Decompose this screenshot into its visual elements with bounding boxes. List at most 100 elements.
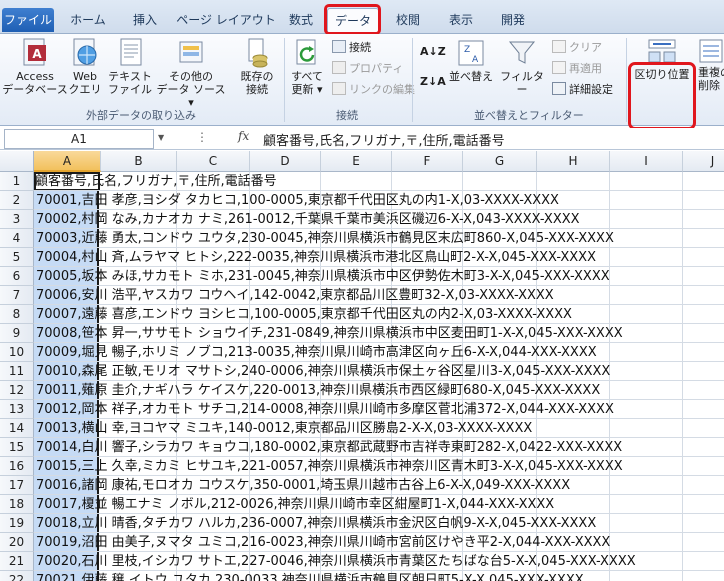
dup-label-1: 重複の	[698, 66, 724, 79]
cell-a19[interactable]: 70018,立川 晴香,タチカワ ハルカ,236-0007,神奈川県横浜市金沢区…	[36, 514, 596, 533]
tab-developer[interactable]: 開発	[490, 8, 536, 32]
row-header[interactable]: 13	[0, 400, 34, 419]
tab-formulas[interactable]: 数式	[280, 8, 322, 32]
column-header-h[interactable]: H	[537, 151, 610, 172]
cell-a9[interactable]: 70008,笹本 昇一,ササモト ショウイチ,231-0849,神奈川県横浜市中…	[36, 324, 623, 343]
row-header[interactable]: 9	[0, 324, 34, 343]
remove-duplicates-button[interactable]: 重複の 削除	[698, 36, 724, 92]
existing-connections-icon	[248, 38, 268, 68]
tab-home[interactable]: ホーム	[60, 8, 116, 32]
column-header-j[interactable]: J	[683, 151, 724, 172]
tab-review[interactable]: 校閲	[384, 8, 432, 32]
row-header[interactable]: 16	[0, 457, 34, 476]
cell-a10[interactable]: 70009,堀見 暢子,ホリミ ノブコ,213-0035,神奈川県川崎市高津区向…	[36, 343, 597, 362]
row-header[interactable]: 12	[0, 381, 34, 400]
row-header[interactable]: 22	[0, 571, 34, 581]
column-header-f[interactable]: F	[392, 151, 463, 172]
filter-button[interactable]: フィルター	[498, 38, 546, 96]
name-box-dropdown-icon[interactable]: ▼	[158, 133, 164, 142]
web-query-button[interactable]: Web クエリ	[66, 36, 104, 96]
tab-insert[interactable]: 挿入	[120, 8, 170, 32]
row-header[interactable]: 18	[0, 495, 34, 514]
access-database-button[interactable]: A Access データベース	[2, 36, 68, 96]
cell-a22[interactable]: 70021,伊藤 穣,イトウ ユタカ,230-0033,神奈川県横浜市鶴見区朝日…	[36, 571, 584, 581]
column-header-d[interactable]: D	[250, 151, 321, 172]
cell-a4[interactable]: 70003,近藤 勇太,コンドウ ユウタ,230-0045,神奈川県横浜市鶴見区…	[36, 229, 614, 248]
formula-bar-handle-icon[interactable]: ⋮	[196, 130, 208, 144]
cell-a16[interactable]: 70015,三上 久幸,ミカミ ヒサユキ,221-0057,神奈川県横浜市神奈川…	[36, 457, 623, 476]
select-all-corner[interactable]	[0, 151, 34, 172]
cell-a15[interactable]: 70014,白川 響子,シラカワ キョウコ,180-0002,東京都武蔵野市吉祥…	[36, 438, 622, 457]
tab-data[interactable]: データ	[327, 8, 379, 35]
column-header-b[interactable]: B	[101, 151, 177, 172]
formula-bar: A1 ▼ ⋮ fx 顧客番号,氏名,フリガナ,〒,住所,電話番号	[0, 128, 724, 150]
cell-a18[interactable]: 70017,榎並 暢エナミ ノボル,212-0026,神奈川県川崎市幸区紺屋町1…	[36, 495, 554, 514]
tab-page-layout[interactable]: ページ レイアウト	[172, 8, 280, 32]
tab-view[interactable]: 表示	[436, 8, 486, 32]
sort-label: 並べ替え	[449, 70, 493, 83]
cell-a3[interactable]: 70002,村岡 なみ,カナオカ ナミ,261-0012,千葉県千葉市美浜区磯辺…	[36, 210, 580, 229]
column-header-c[interactable]: C	[177, 151, 250, 172]
column-header-a[interactable]: A	[34, 151, 101, 172]
refresh-all-button[interactable]: すべて 更新 ▾	[286, 36, 328, 96]
tab-file[interactable]: ファイル	[2, 8, 54, 32]
cell-a14[interactable]: 70013,横山 幸,ヨコヤマ ミユキ,140-0012,東京都品川区勝島2-X…	[36, 419, 532, 438]
sort-ascending-button[interactable]: A↓Z	[420, 44, 446, 60]
access-icon: A	[23, 38, 46, 66]
sort-button[interactable]: ZA 並べ替え	[446, 38, 496, 83]
other-sources-button[interactable]: その他の データ ソース ▾	[156, 36, 226, 109]
column-header-i[interactable]: I	[610, 151, 683, 172]
row-header[interactable]: 21	[0, 552, 34, 571]
row-header[interactable]: 6	[0, 267, 34, 286]
row-header[interactable]: 1	[0, 172, 34, 191]
cell-a12[interactable]: 70011,薙原 圭介,ナギハラ ケイスケ,220-0013,神奈川県横浜市西区…	[36, 381, 600, 400]
cell-a11[interactable]: 70010,森尾 正敏,モリオ マサトシ,240-0006,神奈川県横浜市保土ヶ…	[36, 362, 610, 381]
sort-az-icon: A↓Z	[420, 45, 446, 58]
row-header[interactable]: 14	[0, 419, 34, 438]
cell-a5[interactable]: 70004,村山 斉,ムラヤマ ヒトシ,222-0035,神奈川県横浜市港北区鳥…	[36, 248, 596, 267]
cell-a8[interactable]: 70007,遠藤 喜彦,エンドウ ヨシヒコ,100-0005,東京都千代田区丸の…	[36, 305, 572, 324]
cell-a7[interactable]: 70006,安川 浩平,ヤスカワ コウヘイ,142-0042,東京都品川区豊町3…	[36, 286, 554, 305]
sort-descending-button[interactable]: Z↓A	[420, 74, 446, 90]
link-icon	[332, 82, 346, 95]
properties-button[interactable]: プロパティ	[332, 61, 403, 77]
web-globe-icon	[73, 38, 97, 66]
row-header[interactable]: 19	[0, 514, 34, 533]
row-header[interactable]: 15	[0, 438, 34, 457]
edit-links-button[interactable]: リンクの編集	[332, 82, 415, 98]
name-box[interactable]: A1	[4, 129, 154, 149]
row-header[interactable]: 7	[0, 286, 34, 305]
cell-a13[interactable]: 70012,岡本 祥子,オカモト サチコ,214-0008,神奈川県川崎市多摩区…	[36, 400, 614, 419]
existing-connections-button[interactable]: 既存の 接続	[234, 36, 280, 96]
cell-a6[interactable]: 70005,坂本 みほ,サカモト ミホ,231-0045,神奈川県横浜市中区伊勢…	[36, 267, 610, 286]
row-header[interactable]: 11	[0, 362, 34, 381]
cell-a17[interactable]: 70016,諸岡 康祐,モロオカ コウスケ,350-0001,埼玉県川越市古谷上…	[36, 476, 570, 495]
clear-filter-button[interactable]: クリア	[552, 40, 602, 56]
formula-bar-content[interactable]: 顧客番号,氏名,フリガナ,〒,住所,電話番号	[263, 130, 505, 149]
row-header[interactable]: 20	[0, 533, 34, 552]
cell-a2[interactable]: 70001,吉田 孝彦,ヨシダ タカヒコ,100-0005,東京都千代田区丸の内…	[36, 191, 559, 210]
edit-links-label: リンクの編集	[349, 83, 415, 96]
row-header[interactable]: 3	[0, 210, 34, 229]
row-header[interactable]: 10	[0, 343, 34, 362]
advanced-filter-button[interactable]: 詳細設定	[552, 82, 613, 98]
row-header[interactable]: 4	[0, 229, 34, 248]
reapply-button[interactable]: 再適用	[552, 61, 602, 77]
row-header[interactable]: 17	[0, 476, 34, 495]
cell-a1[interactable]: 顧客番号,氏名,フリガナ,〒,住所,電話番号	[35, 172, 277, 191]
cell-a20[interactable]: 70019,沼田 由美子,ヌマタ ユミコ,216-0023,神奈川県川崎市宮前区…	[36, 533, 610, 552]
row-header[interactable]: 8	[0, 305, 34, 324]
connections-label: 接続	[349, 41, 371, 54]
text-to-columns-icon	[648, 39, 676, 63]
column-header-g[interactable]: G	[463, 151, 537, 172]
cell-a21[interactable]: 70020,石川 里枝,イシカワ サトエ,227-0046,神奈川県横浜市青葉区…	[36, 552, 636, 571]
ribbon-separator	[284, 38, 285, 122]
text-file-button[interactable]: テキスト ファイル	[104, 36, 156, 96]
column-header-e[interactable]: E	[321, 151, 392, 172]
text-to-columns-button[interactable]: 区切り位置	[630, 36, 694, 81]
row-header[interactable]: 2	[0, 191, 34, 210]
connections-button[interactable]: 接続	[332, 40, 371, 56]
insert-function-button[interactable]: fx	[238, 129, 249, 143]
row-header[interactable]: 5	[0, 248, 34, 267]
existing-label-2: 接続	[246, 83, 268, 96]
